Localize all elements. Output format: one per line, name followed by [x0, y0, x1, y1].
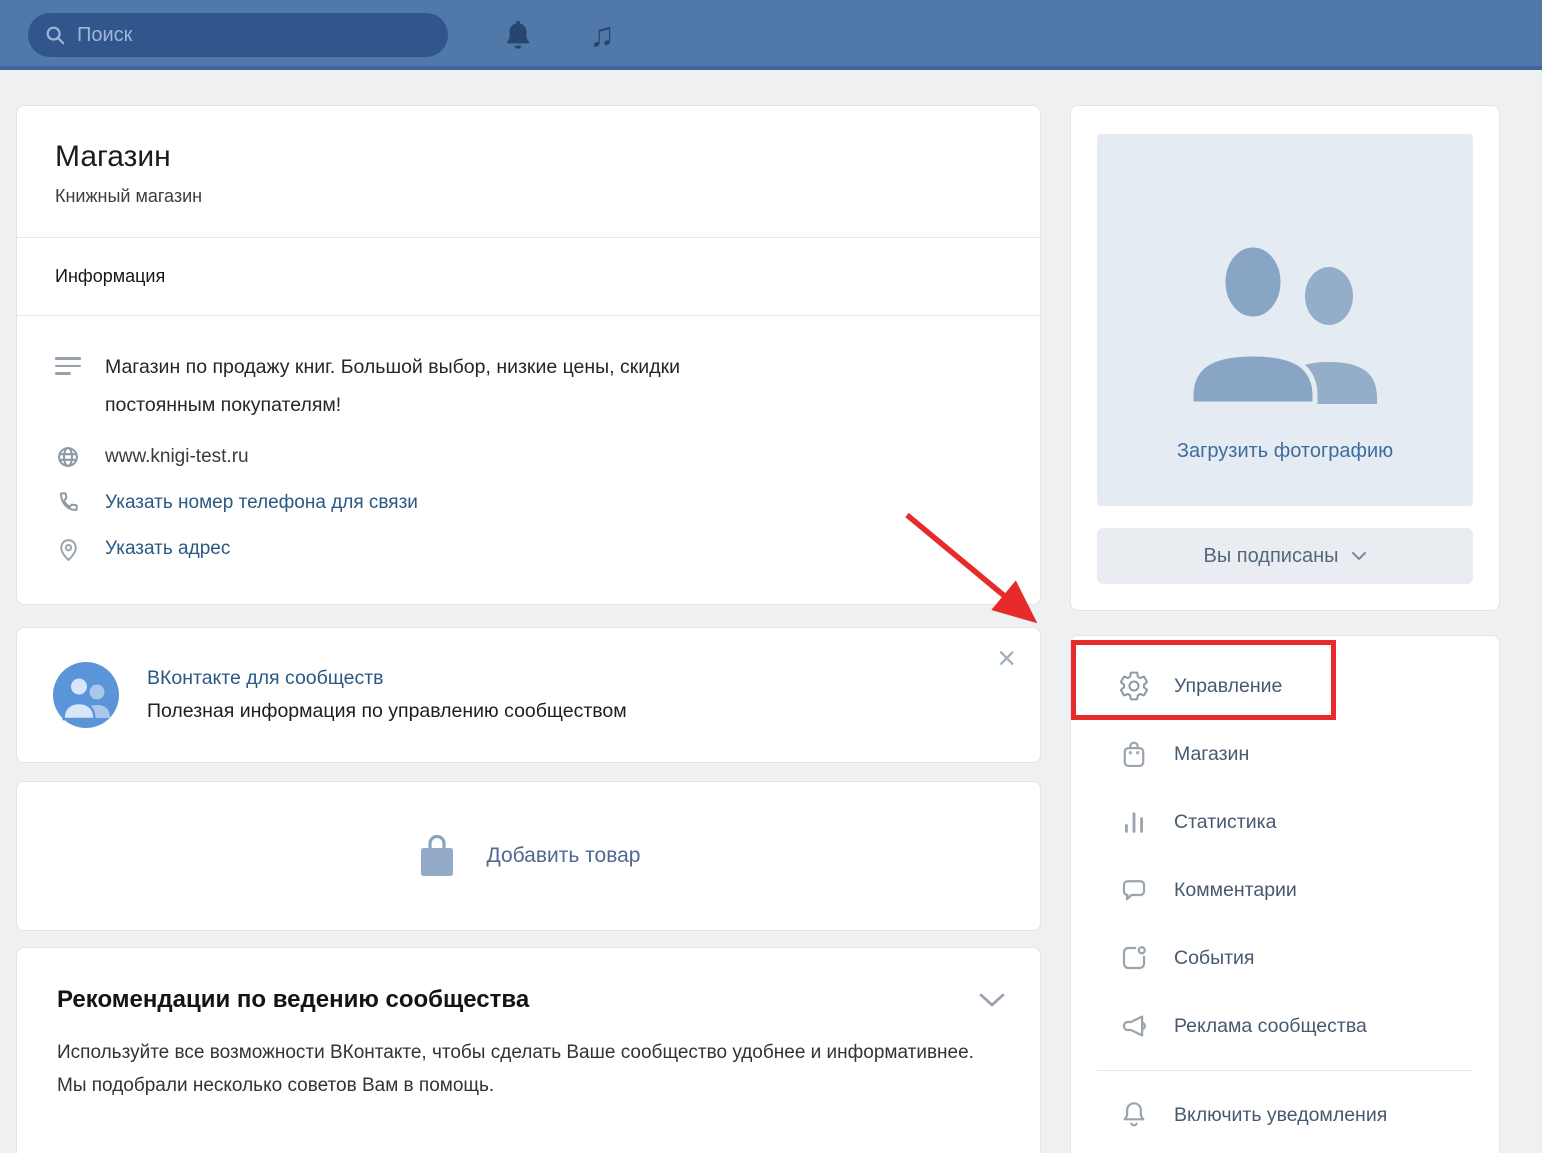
sidebar-item-comments[interactable]: Комментарии — [1071, 856, 1499, 924]
community-category: Книжный магазин — [55, 186, 1002, 207]
phone-icon — [55, 490, 81, 515]
recommendations-body: Используйте все возможности ВКонтакте, ч… — [57, 1036, 1000, 1102]
annotation-arrow — [888, 497, 1063, 642]
promo-texts: ВКонтакте для сообществ Полезная информа… — [147, 667, 627, 723]
add-product-label: Добавить товар — [487, 844, 641, 868]
music-icon[interactable]: ♫ — [582, 0, 622, 70]
two-people-icon — [1177, 234, 1393, 406]
notifications-bell-icon[interactable] — [498, 0, 538, 70]
community-description: Магазин по продажу книг. Большой выбор, … — [105, 348, 785, 424]
shopping-bag-icon — [1118, 738, 1150, 770]
comment-bubble-icon — [1118, 875, 1150, 905]
bar-chart-icon — [1118, 808, 1150, 836]
add-address-link[interactable]: Указать адрес — [105, 538, 230, 560]
sidebar-item-label: Реклама сообщества — [1174, 1015, 1367, 1038]
sidebar-item-label: Комментарии — [1174, 879, 1297, 902]
sidebar-item-notifications[interactable]: Включить уведомления — [1071, 1081, 1499, 1149]
add-phone-link[interactable]: Указать номер телефона для связи — [105, 492, 418, 514]
sidebar-item-statistics[interactable]: Статистика — [1071, 788, 1499, 856]
sidebar-item-label: События — [1174, 947, 1255, 970]
community-header: Магазин Книжный магазин — [17, 106, 1040, 237]
menu-divider — [1097, 1070, 1473, 1071]
chevron-down-icon — [1351, 551, 1367, 561]
megaphone-icon — [1118, 1011, 1150, 1041]
location-pin-icon — [55, 535, 81, 562]
recommendations-title: Рекомендации по ведению сообщества — [57, 986, 1000, 1014]
info-section-header: Информация — [17, 238, 1040, 315]
shopping-bag-filled-icon — [417, 832, 457, 880]
sidebar: Загрузить фотографию Вы подписаны Управл… — [1070, 105, 1500, 1153]
upload-photo-link[interactable]: Загрузить фотографию — [1177, 440, 1393, 463]
search-icon — [44, 24, 66, 46]
globe-icon — [55, 444, 81, 470]
community-photo-card: Загрузить фотографию Вы подписаны — [1070, 105, 1500, 611]
website-link[interactable]: www.knigi-test.ru — [105, 446, 249, 468]
vk-community-page: ♫ Магазин Книжный магазин Информация Ма — [0, 0, 1542, 1153]
annotation-highlight-box — [1071, 640, 1336, 720]
search-input-wrap[interactable] — [28, 13, 448, 57]
photo-placeholder[interactable]: Загрузить фотографию — [1097, 134, 1473, 506]
search-input[interactable] — [77, 24, 432, 47]
sidebar-item-events[interactable]: События — [1071, 924, 1499, 992]
sidebar-item-label: Статистика — [1174, 811, 1276, 834]
website-row[interactable]: www.knigi-test.ru — [55, 444, 1002, 470]
bell-outline-icon — [1118, 1099, 1150, 1131]
sidebar-item-ads[interactable]: Реклама сообщества — [1071, 992, 1499, 1060]
event-icon — [1118, 943, 1150, 973]
communities-avatar — [53, 662, 119, 728]
subscribed-button-label: Вы подписаны — [1204, 545, 1339, 568]
sidebar-item-label: Включить уведомления — [1174, 1104, 1387, 1127]
promo-subtitle: Полезная информация по управлению сообще… — [147, 700, 627, 723]
phone-row[interactable]: Указать номер телефона для связи — [55, 490, 1002, 515]
sidebar-item-market[interactable]: Магазин — [1071, 720, 1499, 788]
add-product-card[interactable]: Добавить товар — [16, 781, 1041, 931]
info-rows: Магазин по продажу книг. Большой выбор, … — [17, 316, 1040, 604]
chevron-down-icon[interactable] — [978, 992, 1006, 1008]
page-title: Магазин — [55, 140, 1002, 174]
description-row: Магазин по продажу книг. Большой выбор, … — [55, 348, 1002, 424]
subscribed-button[interactable]: Вы подписаны — [1097, 528, 1473, 584]
description-icon — [55, 348, 81, 365]
address-row[interactable]: Указать адрес — [55, 535, 1002, 562]
vk-for-communities-card: ВКонтакте для сообществ Полезная информа… — [16, 627, 1041, 763]
recommendations-card: Рекомендации по ведению сообщества Испол… — [16, 947, 1041, 1153]
promo-title-link[interactable]: ВКонтакте для сообществ — [147, 667, 627, 690]
top-bar: ♫ — [0, 0, 1542, 70]
close-icon[interactable]: × — [997, 642, 1016, 674]
sidebar-item-label: Магазин — [1174, 743, 1249, 766]
